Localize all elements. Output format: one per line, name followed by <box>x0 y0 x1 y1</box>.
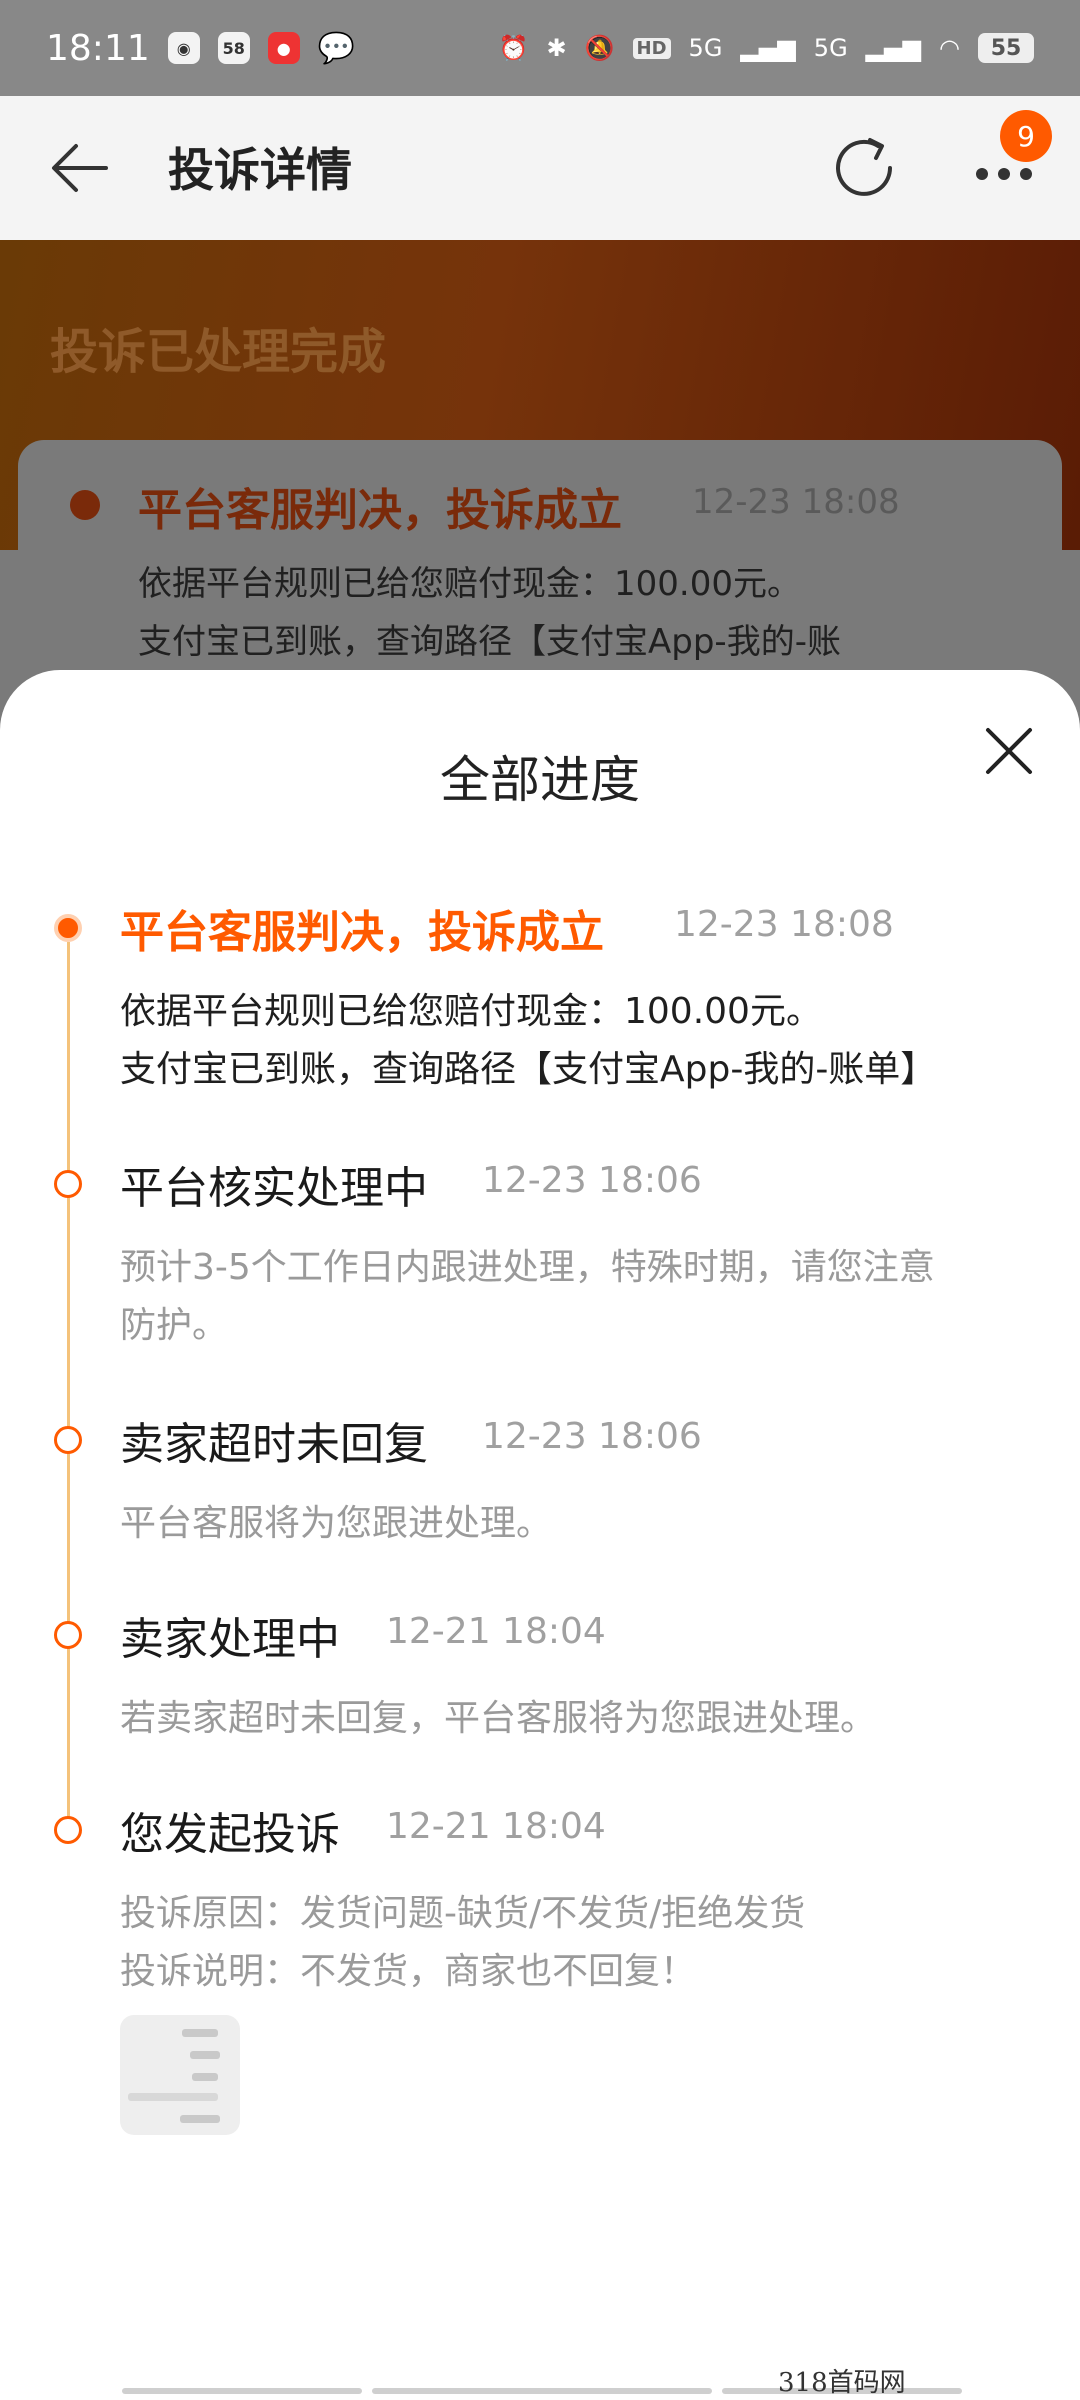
back-button[interactable] <box>50 140 110 196</box>
arrow-left-icon <box>52 144 108 192</box>
status-right: ⏰ ✱ 🔕 HD 5G ▂▄▆ 5G ▂▄▆ ◠ 55 <box>499 33 1034 63</box>
headset-app-icon: ◉ <box>167 32 200 64</box>
signal-5g-icon-2: 5G <box>813 34 848 62</box>
signal-bars-icon-2: ▂▄▆ <box>865 34 922 62</box>
event-desc-line: 平台客服将为您跟进处理。 <box>120 1503 553 1544</box>
timeline-dot <box>54 1426 82 1454</box>
status-left: 18:11 ◉ 58 ● 💬 <box>46 28 355 69</box>
evidence-image[interactable] <box>120 2015 240 2135</box>
background-event-time: 12-23 18:08 <box>692 482 900 522</box>
event-title: 您发起投诉 <box>120 1809 340 1860</box>
thumb-bubble <box>192 2073 218 2081</box>
battery-icon: 55 <box>978 33 1034 63</box>
event-desc-line: 投诉说明：不发货，商家也不回复！ <box>120 1951 697 1992</box>
background-event-title: 平台客服判决，投诉成立 <box>138 485 622 536</box>
alarm-icon: ⏰ <box>498 34 529 62</box>
wifi-icon: ◠ <box>939 34 960 62</box>
thumb-bubble <box>180 2115 220 2123</box>
timeline-connector <box>67 942 70 1842</box>
hero-title: 投诉已处理完成 <box>50 324 387 380</box>
mute-icon: 🔕 <box>584 34 615 62</box>
red-app-icon: ● <box>267 32 300 64</box>
event-time: 12-23 18:06 <box>482 1160 702 1201</box>
event-title: 卖家超时未回复 <box>120 1419 428 1470</box>
event-title: 卖家处理中 <box>120 1614 340 1665</box>
event-time: 12-23 18:06 <box>482 1416 702 1457</box>
event-desc-line: 防护。 <box>120 1305 229 1346</box>
notification-badge: 9 <box>1000 110 1052 162</box>
timeline-dot <box>54 1621 82 1649</box>
refresh-button[interactable] <box>826 132 904 204</box>
status-bar: 18:11 ◉ 58 ● 💬 ⏰ ✱ 🔕 HD 5G ▂▄▆ 5G ▂▄▆ ◠ … <box>0 0 1080 96</box>
thumb-bubble <box>128 2093 218 2101</box>
chat-bubble-icon: 💬 <box>317 30 356 66</box>
screen: 18:11 ◉ 58 ● 💬 ⏰ ✱ 🔕 HD 5G ▂▄▆ 5G ▂▄▆ ◠ … <box>0 0 1080 2400</box>
nav-indicator <box>372 2388 712 2394</box>
event-time: 12-21 18:04 <box>386 1806 606 1847</box>
event-desc-line: 支付宝已到账，查询路径【支付宝App-我的-账单】 <box>120 1049 937 1090</box>
signal-5g-icon: 5G <box>688 34 723 62</box>
app-58-icon: 58 <box>217 32 250 64</box>
signal-bars-icon: ▂▄▆ <box>740 34 796 62</box>
event-title: 平台客服判决，投诉成立 <box>120 907 604 958</box>
hd-icon: HD <box>632 37 671 59</box>
thumb-bubble <box>190 2051 220 2059</box>
close-icon <box>986 728 1032 774</box>
sheet-title: 全部进度 <box>440 751 640 809</box>
background-timeline-dot <box>70 490 100 520</box>
event-desc-line: 若卖家超时未回复，平台客服将为您跟进处理。 <box>120 1698 877 1739</box>
progress-sheet: 全部进度 平台客服判决，投诉成立 12-23 18:08 依据平台规则已给您赔付… <box>0 670 1080 2400</box>
thumb-bubble <box>182 2029 218 2037</box>
event-time: 12-21 18:04 <box>386 1611 606 1652</box>
background-event-line-1: 依据平台规则已给您赔付现金：100.00元。 <box>138 564 801 604</box>
page-title: 投诉详情 <box>168 143 352 197</box>
timeline-dot <box>54 1170 82 1198</box>
watermark: 318首码网 www.E318.com <box>778 2368 982 2400</box>
event-desc-line: 预计3-5个工作日内跟进处理，特殊时期，请您注意 <box>120 1247 935 1288</box>
event-time: 12-23 18:08 <box>674 904 894 945</box>
refresh-icon <box>836 138 892 196</box>
close-button[interactable] <box>978 720 1040 782</box>
background-event-line-2: 支付宝已到账，查询路径【支付宝App-我的-账 <box>138 622 841 662</box>
timeline-dot <box>54 1816 82 1844</box>
nav-indicator <box>122 2388 362 2394</box>
bluetooth-icon: ✱ <box>546 34 567 62</box>
event-desc-line: 依据平台规则已给您赔付现金：100.00元。 <box>120 991 822 1032</box>
event-title: 平台核实处理中 <box>120 1163 428 1214</box>
timeline-dot-active <box>54 914 82 942</box>
event-desc-line: 投诉原因：发货问题-缺货/不发货/拒绝发货 <box>120 1893 806 1934</box>
status-time: 18:11 <box>46 27 150 69</box>
app-bar: 投诉详情 9 <box>0 96 1080 240</box>
